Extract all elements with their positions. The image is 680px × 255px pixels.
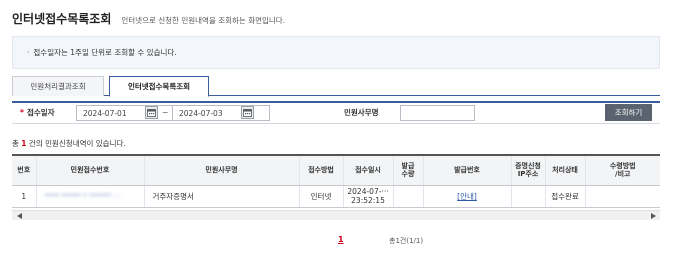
calendar-to-button[interactable] <box>241 106 254 119</box>
notice-text: 접수일자는 1주일 단위로 조회할 수 있습니다. <box>33 48 177 57</box>
cell-time: 23:52:15 <box>351 196 385 205</box>
header-no: 번호 <box>12 155 37 186</box>
page-title: 인터넷접수목록조회 <box>12 12 112 26</box>
header-receive-line1: 수령방법 <box>609 161 636 170</box>
calendar-from-button[interactable] <box>145 106 158 119</box>
application-table: 번호 민원접수번호 민원사무명 접수방법 접수일시 발급 수량 발급번호 증명신청… <box>12 154 660 208</box>
header-issue-qty-line2: 수량 <box>401 170 415 179</box>
tab-bar: 민원처리결과조회 인터넷접수목록조회 <box>12 76 660 97</box>
header-ip-line2: IP주소 <box>517 170 539 179</box>
header-issue-no: 발급번호 <box>423 155 512 186</box>
result-count: 총 1 건의 민원신청내역이 있습니다. <box>12 138 126 149</box>
header-method: 접수방법 <box>299 155 344 186</box>
triangle-right-icon <box>650 213 656 219</box>
header-status: 처리상태 <box>545 155 586 186</box>
cell-status: 접수완료 <box>545 185 586 208</box>
cell-app-no[interactable]: **** ***** * ****** ··· <box>36 185 145 208</box>
cell-method: 인터넷 <box>299 185 344 208</box>
search-button[interactable]: 조회하기 <box>605 104 652 121</box>
office-name-input[interactable] <box>400 105 475 121</box>
calendar-icon <box>243 109 252 117</box>
cell-issue-qty <box>393 185 424 208</box>
search-bar: *접수일자 ~ 민원사무명 조회하기 <box>12 101 660 124</box>
notice-bullet: · <box>27 48 30 57</box>
page-description: 인터넷으로 신청한 민원내역을 조회하는 화면입니다. <box>121 16 286 25</box>
triangle-left-icon <box>16 213 22 219</box>
result-count-number: 1 <box>21 139 27 148</box>
header-issue-qty: 발급 수량 <box>393 155 424 186</box>
cell-no: 1 <box>12 185 37 208</box>
cell-issue-no[interactable]: [안내] <box>423 185 512 208</box>
header-datetime: 접수일시 <box>343 155 394 186</box>
header-office: 민원사무명 <box>144 155 300 186</box>
result-prefix: 총 <box>12 139 19 148</box>
cell-datetime: 2024-07-··· 23:52:15 <box>343 185 394 208</box>
date-from-input[interactable] <box>76 105 174 121</box>
header-receive: 수령방법/비고 <box>585 155 660 186</box>
tab-result-inquiry[interactable]: 민원처리결과조회 <box>12 76 104 96</box>
scroll-left-button[interactable] <box>14 212 24 220</box>
notice-box: · 접수일자는 1주일 단위로 조회할 수 있습니다. <box>12 36 660 69</box>
required-mark: * <box>20 108 24 117</box>
table-row[interactable]: 1 **** ***** * ****** ··· 거주자증명서 인터넷 202… <box>12 185 660 208</box>
date-label-text: 접수일자 <box>26 108 55 117</box>
header-app-no: 민원접수번호 <box>36 155 145 186</box>
page-link-current[interactable]: 1 <box>338 235 344 244</box>
header-ip: 증명신청 IP주소 <box>511 155 546 186</box>
date-to-input[interactable] <box>172 105 270 121</box>
table-header-row: 번호 민원접수번호 민원사무명 접수방법 접수일시 발급 수량 발급번호 증명신청… <box>12 155 660 186</box>
office-label: 민원사무명 <box>344 108 379 117</box>
result-suffix: 건의 민원신청내역이 있습니다. <box>28 139 126 148</box>
cell-office: 거주자증명서 <box>144 185 300 208</box>
date-label: * 접수일자 <box>20 107 55 118</box>
issue-info-link[interactable]: [안내] <box>457 192 477 201</box>
scroll-right-button[interactable] <box>648 212 658 220</box>
header-ip-line1: 증명신청 <box>515 161 541 170</box>
calendar-icon <box>147 109 156 117</box>
cell-date: 2024-07-··· <box>347 187 389 196</box>
date-separator: ~ <box>162 108 169 117</box>
header-receive-line2: /비고 <box>615 170 631 179</box>
title-row: 인터넷접수목록조회 인터넷으로 신청한 민원내역을 조회하는 화면입니다. <box>12 10 285 28</box>
cell-receive <box>585 185 660 208</box>
tab-internet-list[interactable]: 인터넷접수목록조회 <box>109 76 209 97</box>
header-issue-qty-line1: 발급 <box>401 161 415 170</box>
masked-app-no: **** ***** * ****** ··· <box>44 191 122 201</box>
horizontal-scrollbar[interactable] <box>12 210 660 220</box>
pager-total: 총1건(1/1) <box>389 237 424 245</box>
cell-ip <box>511 185 546 208</box>
